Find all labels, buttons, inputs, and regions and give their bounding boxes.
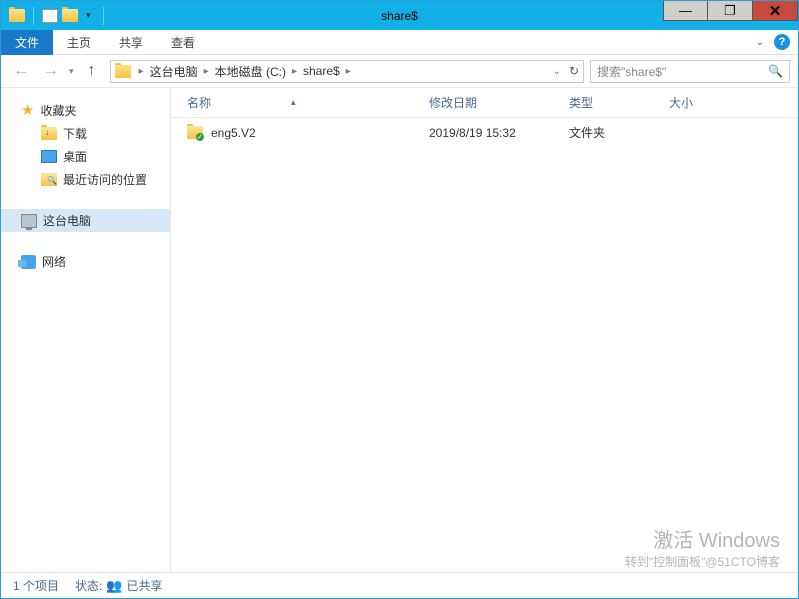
window-controls: — ❐ ✕	[663, 1, 798, 21]
separator	[33, 7, 34, 25]
search-icon[interactable]: 🔍	[768, 64, 783, 78]
separator	[103, 7, 104, 25]
downloads-icon	[41, 127, 57, 140]
status-shared: 状态: 👥 已共享	[75, 577, 163, 594]
star-icon: ★	[21, 101, 34, 119]
sidebar-favorites[interactable]: ★ 收藏夹	[1, 98, 170, 122]
content-area: ★ 收藏夹 下载 桌面 最近访问的位置 这台电脑	[1, 88, 798, 572]
qat-dropdown[interactable]: ▾	[82, 8, 95, 23]
sidebar-label: 桌面	[63, 148, 87, 165]
tab-home[interactable]: 主页	[53, 30, 105, 55]
chevron-right-icon[interactable]: ▸	[288, 66, 301, 77]
people-icon: 👥	[106, 578, 122, 594]
file-pane: 名称 ▴ 修改日期 类型 大小 eng5.V2 2019/8/19 15:32 …	[171, 88, 798, 572]
file-row[interactable]: eng5.V2 2019/8/19 15:32 文件夹	[171, 118, 798, 147]
breadcrumb-segment[interactable]: share$	[301, 64, 342, 78]
refresh-icon[interactable]: ↻	[569, 64, 579, 78]
sidebar-label: 网络	[42, 253, 66, 270]
maximize-button[interactable]: ❐	[708, 1, 753, 21]
chevron-right-icon[interactable]: ▸	[342, 66, 355, 77]
file-name: eng5.V2	[211, 126, 256, 140]
sidebar-desktop[interactable]: 桌面	[1, 145, 170, 168]
sidebar: ★ 收藏夹 下载 桌面 最近访问的位置 这台电脑	[1, 88, 171, 572]
search-input[interactable]: 搜索"share$" 🔍	[590, 60, 790, 83]
sidebar-this-pc[interactable]: 这台电脑	[1, 209, 170, 232]
chevron-right-icon[interactable]: ▸	[135, 66, 148, 77]
minimize-button[interactable]: —	[663, 1, 708, 21]
up-button[interactable]: ↑	[80, 59, 104, 83]
window-title: share$	[381, 9, 418, 23]
column-size[interactable]: 大小	[669, 94, 749, 111]
address-dropdown[interactable]: ⌄	[553, 66, 561, 77]
folder-icon	[9, 9, 25, 22]
item-count: 1 个项目	[13, 577, 59, 594]
quick-access-toolbar: ▾	[1, 7, 108, 25]
breadcrumb-segment[interactable]: 这台电脑	[148, 63, 200, 80]
sidebar-label: 这台电脑	[43, 212, 91, 229]
computer-icon	[21, 214, 37, 228]
network-icon	[21, 255, 36, 269]
folder-icon	[187, 126, 203, 139]
close-button[interactable]: ✕	[753, 1, 798, 21]
breadcrumb-segment[interactable]: 本地磁盘 (C:)	[213, 63, 288, 80]
column-name[interactable]: 名称 ▴	[171, 94, 429, 111]
sidebar-network[interactable]: 网络	[1, 250, 170, 273]
navbar: ← → ▾ ↑ ▸ 这台电脑 ▸ 本地磁盘 (C:) ▸ share$ ▸ ⌄ …	[1, 55, 798, 88]
sidebar-downloads[interactable]: 下载	[1, 122, 170, 145]
file-type: 文件夹	[569, 124, 669, 141]
ribbon: 文件 主页 共享 查看 ⌄ ?	[1, 30, 798, 55]
file-date: 2019/8/19 15:32	[429, 126, 569, 140]
sidebar-label: 收藏夹	[40, 102, 76, 119]
activation-watermark: 激活 Windows 转到"控制面板"@51CTO博客	[625, 524, 780, 570]
folder-icon[interactable]	[62, 9, 78, 22]
search-placeholder: 搜索"share$"	[597, 63, 666, 80]
sort-arrow-icon: ▴	[291, 97, 296, 108]
sidebar-recent[interactable]: 最近访问的位置	[1, 168, 170, 191]
column-date[interactable]: 修改日期	[429, 94, 569, 111]
tab-share[interactable]: 共享	[105, 30, 157, 55]
history-dropdown[interactable]: ▾	[69, 66, 74, 77]
tab-file[interactable]: 文件	[1, 30, 53, 55]
titlebar: ▾ share$ — ❐ ✕	[1, 1, 798, 30]
desktop-icon	[41, 150, 57, 163]
shared-text: 已共享	[127, 577, 163, 594]
watermark-title: 激活 Windows	[625, 524, 780, 553]
sidebar-label: 最近访问的位置	[63, 171, 147, 188]
chevron-right-icon[interactable]: ▸	[200, 66, 213, 77]
qat-item[interactable]	[42, 9, 58, 23]
help-icon[interactable]: ?	[774, 34, 790, 50]
forward-button[interactable]: →	[39, 59, 63, 83]
statusbar: 1 个项目 状态: 👥 已共享	[1, 572, 798, 598]
ribbon-expand-icon[interactable]: ⌄	[756, 37, 764, 48]
folder-icon	[115, 65, 131, 78]
status-label: 状态:	[75, 577, 102, 594]
column-headers: 名称 ▴ 修改日期 类型 大小	[171, 88, 798, 118]
watermark-subtitle: 转到"控制面板"@51CTO博客	[625, 553, 780, 570]
back-button[interactable]: ←	[9, 59, 33, 83]
address-bar[interactable]: ▸ 这台电脑 ▸ 本地磁盘 (C:) ▸ share$ ▸ ⌄ ↻	[110, 60, 584, 83]
column-type[interactable]: 类型	[569, 94, 669, 111]
sidebar-label: 下载	[63, 125, 87, 142]
recent-icon	[41, 173, 57, 186]
tab-view[interactable]: 查看	[157, 30, 209, 55]
